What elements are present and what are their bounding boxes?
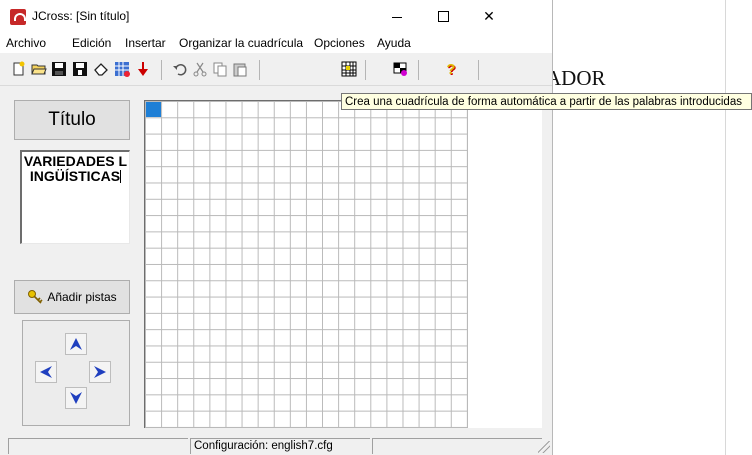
arrow-right-button[interactable] xyxy=(89,361,111,383)
flag-button[interactable] xyxy=(391,60,409,78)
toolbar-separator xyxy=(259,60,260,80)
toolbar-separator xyxy=(478,60,479,80)
menu-ayuda[interactable]: Ayuda xyxy=(377,36,411,50)
magic-grid-icon xyxy=(115,62,130,77)
background-document: ADOR xyxy=(546,0,752,455)
tooltip: Crea una cuadrícula de forma automática … xyxy=(341,93,752,110)
save-as-button[interactable] xyxy=(71,60,89,78)
auto-grid-button[interactable] xyxy=(340,60,358,78)
flag-icon xyxy=(393,62,407,76)
arrow-down-button[interactable] xyxy=(65,387,87,409)
title-button[interactable]: Título xyxy=(14,100,130,140)
red-arrow-down-icon xyxy=(138,62,148,76)
menu-organizar[interactable]: Organizar la cuadrícula xyxy=(179,36,303,50)
cut-icon xyxy=(193,62,207,77)
save-as-disk-icon xyxy=(73,62,87,76)
arrow-up-button[interactable] xyxy=(65,333,87,355)
resize-grip[interactable] xyxy=(538,441,550,453)
paste-button[interactable] xyxy=(231,60,249,78)
toolbar: ? xyxy=(0,53,552,86)
title-input[interactable]: VARIEDADES LINGÜÍSTICAS xyxy=(20,150,130,244)
paste-icon xyxy=(233,63,247,77)
arrow-right-icon xyxy=(94,366,106,378)
menu-archivo[interactable]: Archivo xyxy=(6,36,46,50)
background-document-text: ADOR xyxy=(546,66,606,90)
arrow-up-icon xyxy=(70,338,82,350)
eraser-icon xyxy=(94,63,108,76)
status-config: Configuración: english7.cfg xyxy=(190,438,370,454)
eraser-button[interactable] xyxy=(92,60,110,78)
title-bar[interactable]: JCross: [Sin título] ✕ xyxy=(0,0,552,33)
arrow-left-icon xyxy=(40,366,52,378)
maximize-button[interactable] xyxy=(420,0,466,33)
status-panel-right xyxy=(372,438,542,454)
save-button[interactable] xyxy=(50,60,68,78)
undo-button[interactable] xyxy=(171,60,189,78)
open-folder-icon xyxy=(31,64,47,75)
toolbar-separator xyxy=(418,60,419,80)
add-clues-button[interactable]: Añadir pistas xyxy=(14,280,130,314)
help-icon: ? xyxy=(446,60,456,78)
menu-opciones[interactable]: Opciones xyxy=(314,36,365,50)
menu-bar: Archivo Edición Insertar Organizar la cu… xyxy=(0,33,552,53)
help-button[interactable]: ? xyxy=(442,60,460,78)
red-arrow-button[interactable] xyxy=(134,60,152,78)
crossword-grid[interactable] xyxy=(145,101,468,428)
selected-cell[interactable] xyxy=(146,102,161,117)
jcross-app-icon xyxy=(10,9,26,25)
auto-grid-icon xyxy=(341,61,357,77)
page-edge xyxy=(725,0,726,455)
magic-grid-button[interactable] xyxy=(113,60,131,78)
close-button[interactable]: ✕ xyxy=(466,0,512,33)
new-file-icon xyxy=(13,61,25,76)
direction-pad xyxy=(22,320,130,426)
copy-button[interactable] xyxy=(211,60,229,78)
status-panel-left xyxy=(8,438,188,454)
arrow-left-button[interactable] xyxy=(35,361,57,383)
cut-button[interactable] xyxy=(191,60,209,78)
minimize-button[interactable] xyxy=(374,0,420,33)
text-caret xyxy=(120,170,122,183)
menu-edicion[interactable]: Edición xyxy=(72,36,111,50)
jcross-window: JCross: [Sin título] ✕ Archivo Edición I… xyxy=(0,0,553,455)
copy-icon xyxy=(213,62,227,77)
close-icon: ✕ xyxy=(483,8,495,24)
minimize-icon xyxy=(392,17,402,18)
add-clues-label: Añadir pistas xyxy=(47,290,117,304)
save-disk-icon xyxy=(52,62,66,76)
maximize-icon xyxy=(437,11,449,22)
undo-icon xyxy=(173,64,187,76)
window-title: JCross: [Sin título] xyxy=(32,9,130,23)
crossword-grid-area[interactable] xyxy=(144,100,542,428)
open-button[interactable] xyxy=(30,60,48,78)
arrow-down-icon xyxy=(70,392,82,404)
new-file-button[interactable] xyxy=(9,60,27,78)
key-icon xyxy=(28,290,43,304)
toolbar-separator xyxy=(365,60,366,80)
title-input-text: VARIEDADES LINGÜÍSTICAS xyxy=(23,153,128,184)
toolbar-separator xyxy=(161,60,162,80)
status-bar: Configuración: english7.cfg xyxy=(0,436,552,455)
menu-insertar[interactable]: Insertar xyxy=(125,36,166,50)
